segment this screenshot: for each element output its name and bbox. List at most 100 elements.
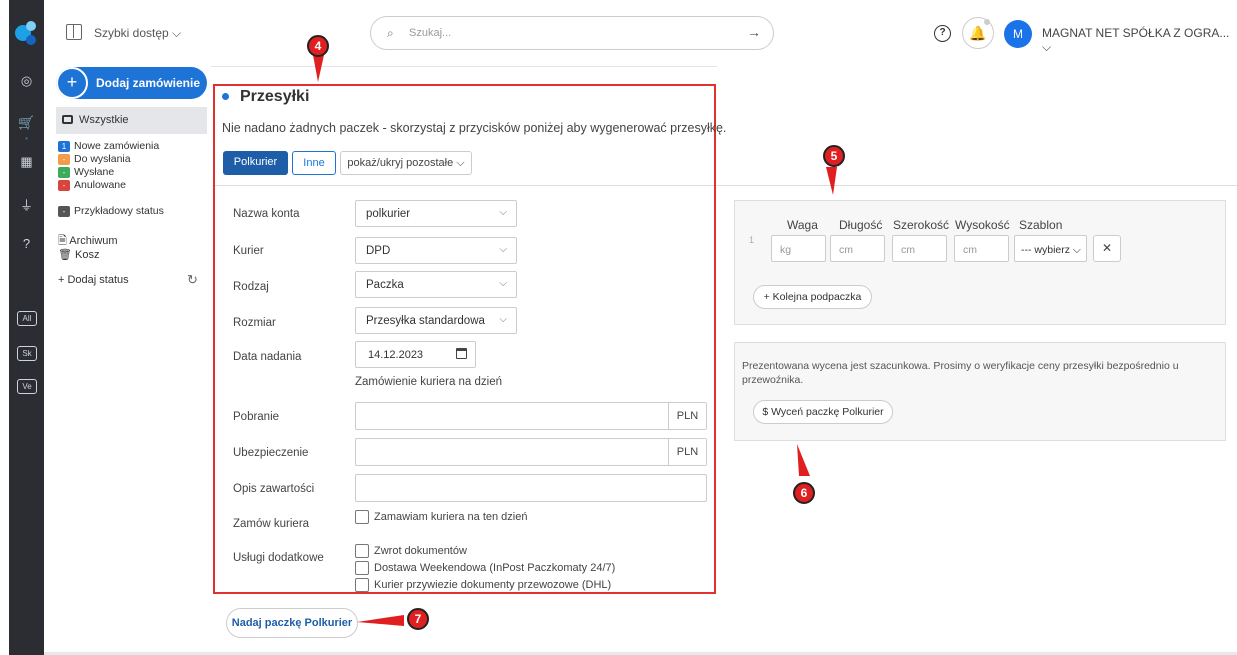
extras-label: Usługi dodatkowe [233, 552, 324, 564]
contents-label: Opis zawartości [233, 483, 315, 495]
shortcut-all[interactable]: All [17, 311, 37, 326]
type-select[interactable]: Paczka ⌵ [355, 271, 517, 298]
account-label: Nazwa konta [233, 208, 300, 220]
shortcut-sk[interactable]: Sk [17, 346, 37, 361]
cart-icon[interactable]: 🛒 [9, 115, 44, 131]
warehouse-icon[interactable]: ▦ [9, 154, 44, 170]
no-packages-text: Nie nadano żadnych paczek - skorzystaj z… [222, 121, 727, 135]
price-quote-button[interactable]: $ Wyceń paczkę Polkurier [753, 400, 893, 424]
length-input[interactable]: cm [830, 235, 885, 262]
company-dropdown[interactable]: MAGNAT NET SPÓŁKA Z OGRA... ⌵ [1042, 26, 1237, 55]
help-icon[interactable]: ? [934, 25, 951, 42]
sidebar-item-all[interactable]: Wszystkie [56, 107, 207, 134]
size-select[interactable]: Przesyłka standardowa ⌵ [355, 307, 517, 334]
status-badge: - [58, 167, 70, 178]
tab-other[interactable]: Inne [292, 151, 336, 175]
search-icon: ⌕ [387, 26, 394, 40]
trash-icon: 🗑 [58, 249, 76, 261]
checkbox-box[interactable] [355, 578, 369, 592]
app-logo-icon[interactable] [15, 20, 39, 46]
status-label: Przykładowy status [74, 205, 164, 217]
notifications-button[interactable]: 🔔 [962, 17, 994, 49]
icon-rail: ◎ 🛒 • ▦ ⏚ ? All Sk Ve [9, 0, 44, 655]
archive-label: Archiwum [69, 235, 118, 247]
annotation-4: 4 [307, 35, 329, 57]
avatar[interactable]: M [1004, 20, 1032, 48]
select-value: Paczka [366, 279, 404, 291]
extra-docs-return[interactable]: Zwrot dokumentów [355, 544, 467, 558]
calendar-icon[interactable] [456, 348, 467, 359]
width-input[interactable]: cm [892, 235, 947, 262]
select-value: DPD [366, 245, 391, 257]
order-courier-checkbox[interactable]: Zamawiam kuriera na ten dzień [355, 510, 527, 524]
panel-toggle-icon[interactable] [66, 24, 82, 40]
status-label: Nowe zamówienia [74, 140, 160, 152]
checkbox-box[interactable] [355, 544, 369, 558]
status-badge: - [58, 154, 70, 165]
checkbox-label: Kurier przywiezie dokumenty przewozowe (… [374, 578, 612, 591]
height-input[interactable]: cm [954, 235, 1009, 262]
cod-input[interactable]: PLN [355, 402, 707, 430]
account-select[interactable]: polkurier ⌵ [355, 200, 517, 227]
pricing-info: Prezentowana wycena jest szacunkowa. Pro… [742, 360, 1179, 386]
trash-label: Kosz [75, 249, 100, 261]
shortcut-ve[interactable]: Ve [17, 379, 37, 394]
date-picker[interactable]: 14.12.2023 [355, 341, 476, 368]
search-placeholder: Szukaj... [409, 27, 452, 39]
order-courier-label: Zamów kuriera [233, 518, 310, 530]
contents-input[interactable] [355, 474, 707, 502]
quick-access-dropdown[interactable]: Szybki dostęp ⌵ [94, 26, 181, 41]
checkbox-box[interactable] [355, 561, 369, 575]
annotation-5: 5 [823, 145, 845, 167]
checkbox-label: Dostawa Weekendowa (InPost Paczkomaty 24… [374, 561, 616, 574]
cod-label: Pobranie [233, 411, 280, 423]
size-label: Rozmiar [233, 317, 276, 329]
col-weight: Waga [787, 218, 818, 232]
status-sample[interactable]: - Przykładowy status [58, 206, 164, 218]
select-value: Przesyłka standardowa [366, 315, 485, 327]
extra-weekend-delivery[interactable]: Dostawa Weekendowa (InPost Paczkomaty 24… [355, 561, 615, 575]
status-shipped[interactable]: - Wysłane [58, 167, 114, 179]
sidebar-item-label: Wszystkie [79, 114, 129, 126]
active-dot-icon: • [25, 134, 28, 143]
chevron-down-icon: ⌵ [499, 314, 507, 325]
add-status-link[interactable]: + Dodaj status [58, 274, 129, 286]
add-order-button[interactable]: + Dodaj zamówienie [56, 67, 207, 99]
dashboard-icon[interactable]: ◎ [9, 73, 44, 89]
remove-row-button[interactable]: ✕ [1093, 235, 1121, 262]
pricing-panel [734, 342, 1226, 441]
status-cancelled[interactable]: - Anulowane [58, 180, 126, 192]
status-new[interactable]: 1 Nowe zamówienia [58, 141, 159, 153]
status-label: Wysłane [74, 166, 115, 178]
toggle-other-tabs[interactable]: pokaż/ukryj pozostałe ⌵ [340, 151, 472, 175]
status-to-ship[interactable]: - Do wysłania [58, 154, 131, 166]
status-badge: - [58, 180, 70, 191]
courier-label: Kurier [233, 245, 264, 257]
checkbox-label: Zwrot dokumentów [374, 544, 467, 557]
sidebar-item-trash[interactable]: 🗑 Kosz [58, 248, 100, 261]
integrations-icon[interactable]: ⏚ [9, 195, 44, 214]
tab-polkurier[interactable]: Polkurier [223, 151, 288, 175]
search-input[interactable]: ⌕ Szukaj... → [370, 16, 774, 50]
refresh-icon[interactable]: ↻ [187, 272, 198, 288]
date-hint: Zamówienie kuriera na dzień [355, 376, 503, 388]
checkbox-box[interactable] [355, 510, 369, 524]
extra-courier-docs[interactable]: Kurier przywiezie dokumenty przewozowe (… [355, 578, 611, 592]
courier-select[interactable]: DPD ⌵ [355, 237, 517, 264]
weight-input[interactable]: kg [771, 235, 826, 262]
send-package-button[interactable]: Nadaj paczkę Polkurier [226, 608, 358, 638]
chevron-down-icon: ⌵ [499, 278, 507, 289]
col-length: Długość [839, 218, 883, 232]
help-rail-icon[interactable]: ? [9, 236, 44, 251]
add-subpackage-button[interactable]: + Kolejna podpaczka [753, 285, 872, 309]
chevron-down-icon: ⌵ [499, 244, 507, 255]
annotation-7: 7 [407, 608, 429, 630]
status-label: Anulowane [74, 179, 126, 191]
search-submit-icon[interactable]: → [747, 24, 761, 40]
insurance-input[interactable]: PLN [355, 438, 707, 466]
row-number: 1 [749, 235, 755, 245]
bell-icon: 🔔 [969, 25, 987, 41]
notification-dot [984, 19, 990, 25]
template-select[interactable]: --- wybierz ⌵ [1014, 235, 1087, 262]
archive-icon: 🗎 [58, 235, 70, 247]
